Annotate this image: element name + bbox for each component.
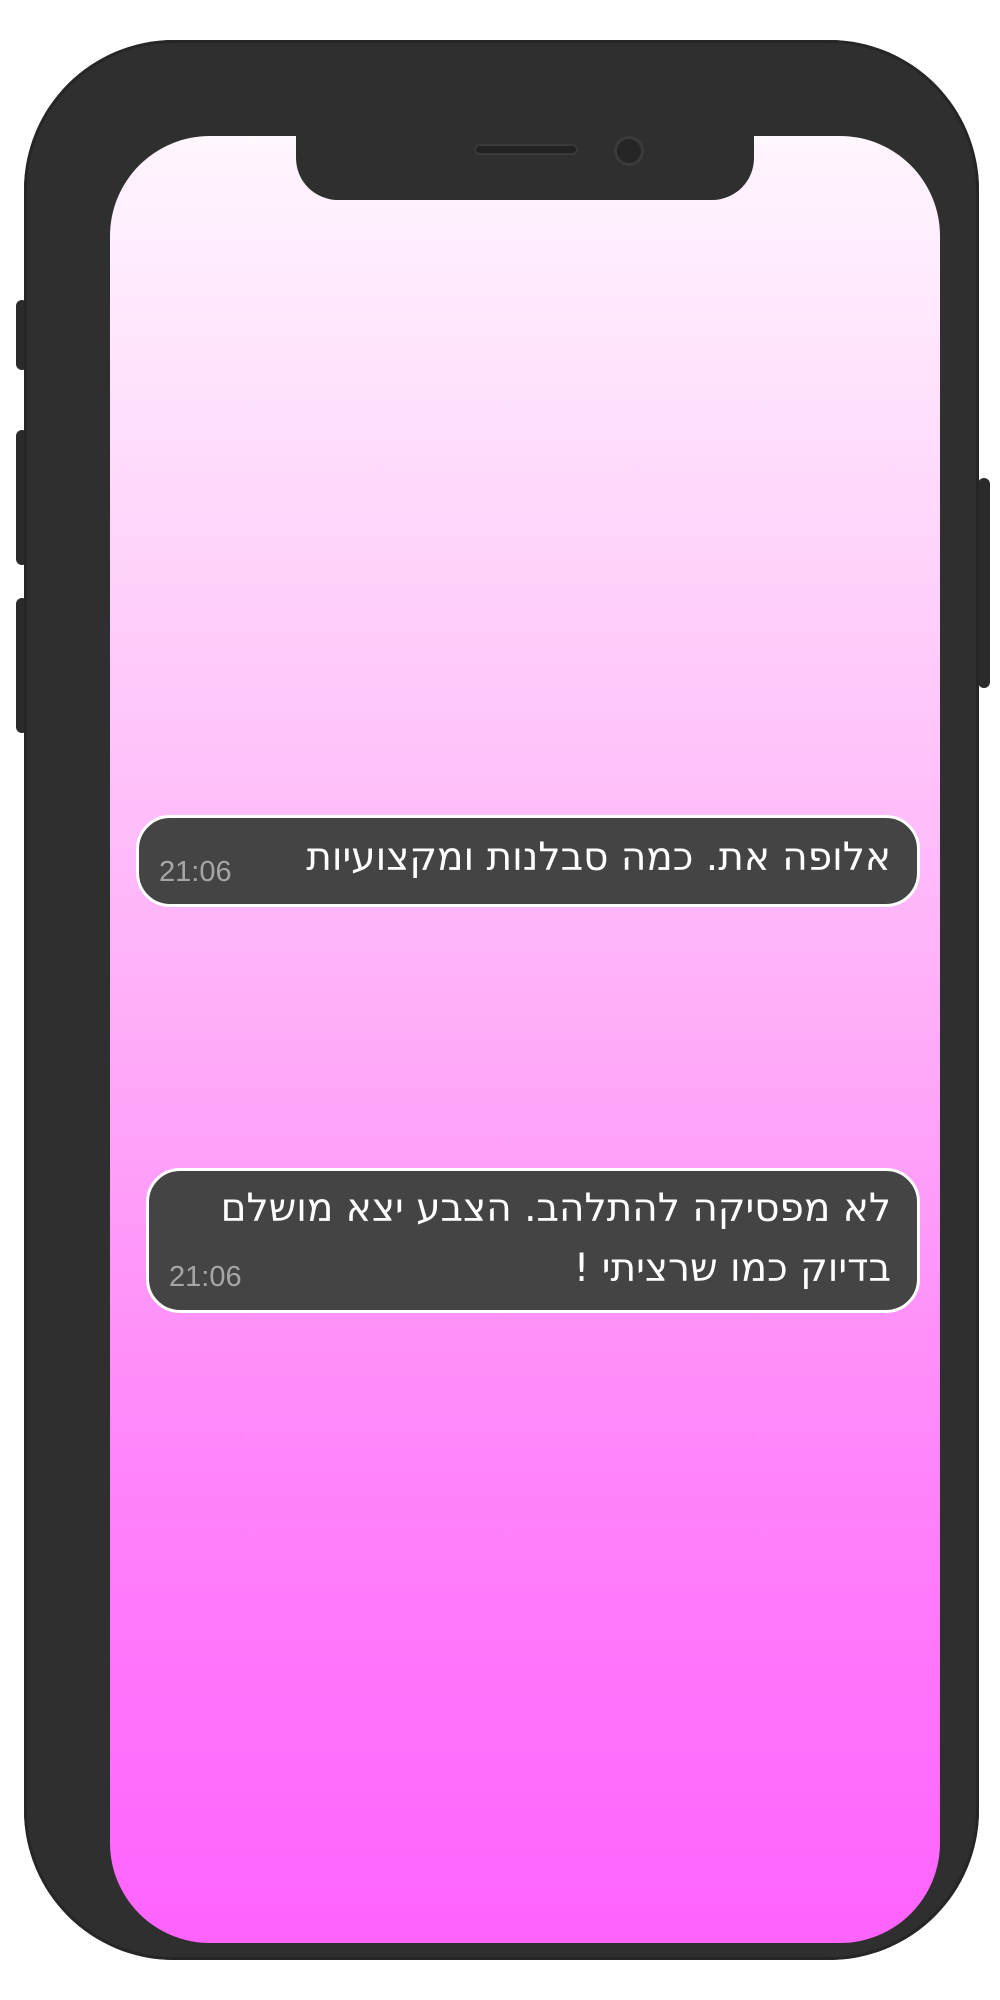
message-bubble: לא מפסיקה להתלהב. הצבע יצא מושלם בדיוק כ… — [146, 1168, 920, 1313]
power-button — [978, 478, 990, 688]
message-bubble: אלופה את. כמה סבלנות ומקצועיות 21:06 — [136, 815, 920, 907]
message-line: לא מפסיקה להתלהב. הצבע יצא מושלם — [220, 1186, 891, 1231]
message-line: בדיוק כמו שרציתי ! — [573, 1246, 891, 1291]
message-text: לא מפסיקה להתלהב. הצבע יצא מושלם בדיוק כ… — [221, 1179, 891, 1299]
phone-screen: אלופה את. כמה סבלנות ומקצועיות 21:06 לא … — [110, 136, 940, 1943]
message-timestamp: 21:06 — [159, 856, 232, 888]
message-timestamp: 21:06 — [169, 1261, 242, 1293]
phone-mockup: אלופה את. כמה סבלנות ומקצועיות 21:06 לא … — [0, 0, 1000, 2000]
notch — [296, 136, 754, 200]
message-text: אלופה את. כמה סבלנות ומקצועיות — [306, 828, 891, 888]
phone-frame: אלופה את. כמה סבלנות ומקצועיות 21:06 לא … — [24, 40, 979, 1960]
speaker-icon — [474, 144, 578, 155]
message-line: אלופה את. כמה סבלנות ומקצועיות — [306, 835, 891, 880]
camera-icon — [614, 136, 644, 166]
